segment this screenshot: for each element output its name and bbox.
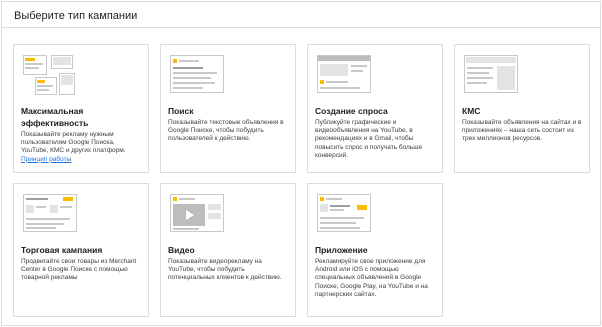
campaign-card-performance-max[interactable]: Максимальная эффективность Показывайте р… — [13, 44, 149, 173]
card-title: Приложение — [315, 245, 368, 255]
card-description: Показывайте текстовые объявления в Googl… — [168, 119, 284, 143]
card-description: Продвигайте свои товары из Merchant Cent… — [21, 258, 137, 282]
play-icon — [186, 210, 194, 220]
campaign-card-shopping[interactable]: Торговая кампания Продвигайте свои товар… — [13, 183, 149, 317]
campaign-card-demand-gen[interactable]: Создание спроса Публикуйте графические и… — [307, 44, 443, 173]
campaign-card-search[interactable]: Поиск Показывайте текстовые объявления в… — [160, 44, 296, 173]
card-title: Поиск — [168, 106, 194, 116]
card-description: Показывайте объявления на сайтах и в при… — [462, 119, 582, 143]
campaign-card-app[interactable]: Приложение Рекламируйте свое приложение … — [307, 183, 443, 317]
campaign-type-panel: Выберите тип кампании Максимальная эффек… — [1, 1, 601, 326]
how-it-works-link[interactable]: Принцип работы — [21, 156, 71, 163]
card-description: Публикуйте графические и видеообъявления… — [315, 119, 423, 159]
performance-max-illustration — [21, 53, 79, 97]
display-network-illustration — [462, 53, 520, 97]
card-description: Рекламируйте свое приложение для Android… — [315, 258, 428, 298]
card-title: Видео — [168, 245, 195, 255]
card-title: Максимальная эффективность — [21, 106, 89, 128]
campaign-type-grid: Максимальная эффективность Показывайте р… — [2, 2, 600, 325]
card-title: КМС — [462, 106, 481, 116]
card-description: Показывайте рекламу нужным пользователям… — [21, 131, 126, 163]
card-title: Торговая кампания — [21, 245, 103, 255]
card-description: Показывайте видеорекламу на YouTube, что… — [168, 258, 282, 282]
search-ad-illustration — [168, 53, 226, 97]
campaign-card-video[interactable]: Видео Показывайте видеорекламу на YouTub… — [160, 183, 296, 317]
shopping-illustration — [21, 192, 79, 236]
video-illustration — [168, 192, 226, 236]
demand-gen-illustration — [315, 53, 373, 97]
app-illustration — [315, 192, 373, 236]
card-title: Создание спроса — [315, 106, 388, 116]
campaign-card-display[interactable]: КМС Показывайте объявления на сайтах и в… — [454, 44, 590, 173]
